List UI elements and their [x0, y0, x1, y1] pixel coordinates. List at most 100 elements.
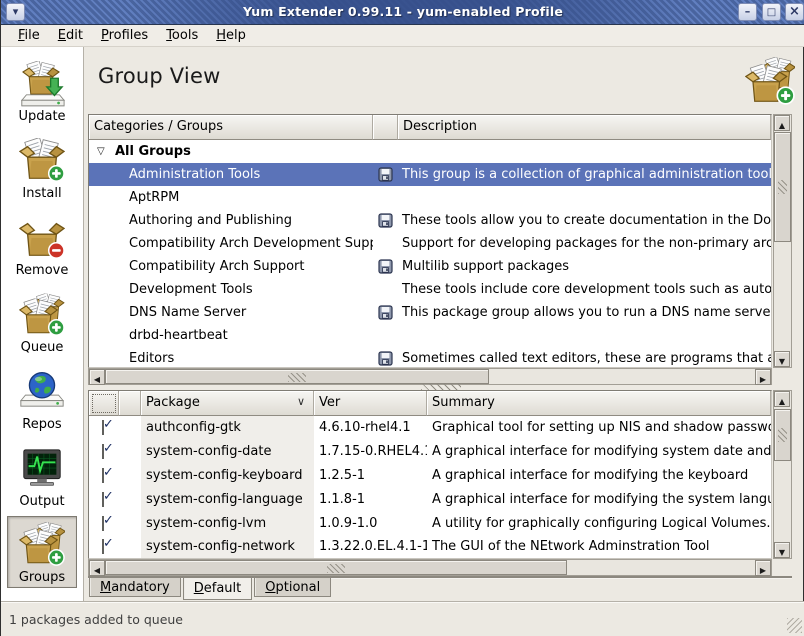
menu-item-profiles[interactable]: Profiles [92, 26, 157, 45]
statusbar: 1 packages added to queue [1, 601, 804, 636]
scroll-left-icon[interactable] [89, 560, 105, 576]
package-vscroll-thumb[interactable] [774, 409, 791, 461]
package-checkbox[interactable] [102, 444, 104, 459]
package-name: system-config-keyboard [141, 464, 314, 488]
group-row[interactable]: Compatibility Arch Support Multilib supp… [89, 255, 771, 278]
menubar: FileEditProfilesToolsHelp [1, 25, 804, 47]
sidebar-item-label: Queue [21, 340, 64, 355]
menu-item-help[interactable]: Help [207, 26, 255, 45]
tab-default[interactable]: Default [183, 578, 253, 600]
install-icon [19, 138, 65, 184]
minimize-icon[interactable] [738, 3, 757, 21]
group-description: This group is a collection of graphical … [398, 167, 771, 182]
update-icon [19, 61, 65, 107]
sidebar-item-output[interactable]: Output [7, 439, 77, 511]
package-name: system-config-lvm [141, 511, 314, 535]
column-header-categories-groups[interactable]: Categories / Groups [89, 115, 373, 140]
sidebar-item-label: Repos [22, 417, 61, 432]
group-row[interactable]: Authoring and Publishing These tools all… [89, 209, 771, 232]
scroll-up-icon[interactable] [774, 115, 790, 131]
menu-item-file[interactable]: File [9, 26, 49, 45]
group-row[interactable]: Development Tools These tools include co… [89, 278, 771, 301]
yum-extender-window: { "window": { "title": "Yum Extender 0.9… [0, 0, 804, 636]
tab-optional[interactable]: Optional [254, 578, 331, 597]
expander-icon[interactable]: ▽ [97, 146, 111, 157]
group-description: Sometimes called text editors, these are… [398, 351, 771, 366]
group-installed-icon [378, 351, 393, 366]
sidebar-item-update[interactable]: Update [7, 54, 77, 126]
column-header-group-icon[interactable] [373, 115, 398, 140]
package-row[interactable]: authconfig-gtk 4.6.10-rhel4.1 Graphical … [89, 416, 771, 440]
package-version: 1.3.22.0.EL.4.1-1 [314, 539, 427, 554]
group-row[interactable]: drbd-heartbeat [89, 324, 771, 347]
package-summary: Graphical tool for setting up NIS and sh… [427, 420, 771, 435]
sidebar-item-remove[interactable]: Remove [7, 208, 77, 280]
package-row[interactable]: system-config-lvm 1.0.9-1.0 A utility fo… [89, 511, 771, 535]
package-summary: The GUI of the NEtwork Adminstration Too… [427, 539, 771, 554]
scroll-up-icon[interactable] [774, 391, 790, 407]
scroll-left-icon[interactable] [89, 369, 105, 385]
group-description: This package group allows you to run a D… [398, 305, 771, 320]
maximize-icon[interactable] [762, 3, 781, 21]
sidebar-item-label: Update [18, 109, 65, 124]
package-row[interactable]: system-config-keyboard 1.2.5-1 A graphic… [89, 464, 771, 488]
scroll-right-icon[interactable] [755, 560, 771, 576]
group-installed-icon [378, 259, 393, 274]
resize-grip[interactable] [787, 618, 802, 633]
column-header-description[interactable]: Description [398, 115, 771, 140]
group-rows: ▽ All Groups Administration Tools This g… [89, 140, 771, 368]
column-header-summary[interactable]: Summary [427, 391, 771, 416]
group-table-hscrollbar[interactable] [88, 368, 772, 385]
package-row[interactable]: system-config-date 1.7.15-0.RHEL4.1 A gr… [89, 440, 771, 464]
package-checkbox[interactable] [102, 492, 104, 507]
package-table-vscrollbar[interactable] [773, 390, 792, 559]
close-icon[interactable] [785, 3, 804, 21]
scroll-down-icon[interactable] [774, 542, 790, 558]
group-vscroll-thumb[interactable] [774, 132, 791, 242]
scroll-right-icon[interactable] [755, 369, 771, 385]
scroll-down-icon[interactable] [774, 351, 790, 367]
group-row[interactable]: Editors Sometimes called text editors, t… [89, 347, 771, 368]
package-table: Package∨ Ver Summary authconfig-gtk 4.6.… [88, 390, 772, 559]
group-hscroll-thumb[interactable] [105, 369, 489, 384]
sidebar-item-label: Remove [16, 263, 69, 278]
group-table-vscrollbar[interactable] [773, 114, 792, 368]
groups-icon [19, 522, 65, 568]
tab-mandatory[interactable]: Mandatory [89, 578, 181, 597]
package-hscroll-thumb[interactable] [105, 560, 567, 575]
package-checkbox[interactable] [102, 420, 104, 435]
group-row[interactable]: Compatibility Arch Development Support S… [89, 232, 771, 255]
package-name: system-config-date [141, 440, 314, 464]
column-header-flag[interactable] [119, 391, 141, 416]
sidebar-item-queue[interactable]: Queue [7, 285, 77, 357]
group-row[interactable]: DNS Name Server This package group allow… [89, 301, 771, 324]
package-checkbox[interactable] [102, 516, 104, 531]
sidebar-item-groups[interactable]: Groups [7, 516, 77, 588]
package-checkbox[interactable] [102, 468, 104, 483]
column-header-package[interactable]: Package∨ [141, 391, 314, 416]
group-row[interactable]: Administration Tools This group is a col… [89, 163, 771, 186]
window-title: Yum Extender 0.99.11 - yum-enabled Profi… [1, 4, 804, 19]
sidebar-item-repos[interactable]: Repos [7, 362, 77, 434]
output-icon [19, 446, 65, 492]
sidebar-item-install[interactable]: Install [7, 131, 77, 203]
package-version: 1.2.5-1 [314, 468, 427, 483]
page-title: Group View [98, 64, 220, 88]
package-table-hscrollbar[interactable] [88, 559, 772, 576]
group-view-icon [745, 56, 795, 108]
column-header-ver[interactable]: Ver [314, 391, 427, 416]
group-installed-icon [378, 167, 393, 182]
queue-icon [19, 292, 65, 338]
group-table: Categories / Groups Description ▽ All Gr… [88, 114, 772, 368]
column-header-checkbox[interactable] [89, 391, 119, 416]
titlebar[interactable]: Yum Extender 0.99.11 - yum-enabled Profi… [1, 0, 804, 25]
package-type-tabs: MandatoryDefaultOptional [89, 578, 331, 600]
group-row[interactable]: ▽ All Groups [89, 140, 771, 163]
package-row[interactable]: system-config-network 1.3.22.0.EL.4.1-1 … [89, 535, 771, 559]
package-checkbox[interactable] [102, 539, 104, 554]
package-row[interactable]: system-config-language 1.1.8-1 A graphic… [89, 487, 771, 511]
menu-item-edit[interactable]: Edit [49, 26, 92, 45]
menu-item-tools[interactable]: Tools [157, 26, 207, 45]
group-row[interactable]: AptRPM [89, 186, 771, 209]
group-name: AptRPM [129, 190, 179, 205]
